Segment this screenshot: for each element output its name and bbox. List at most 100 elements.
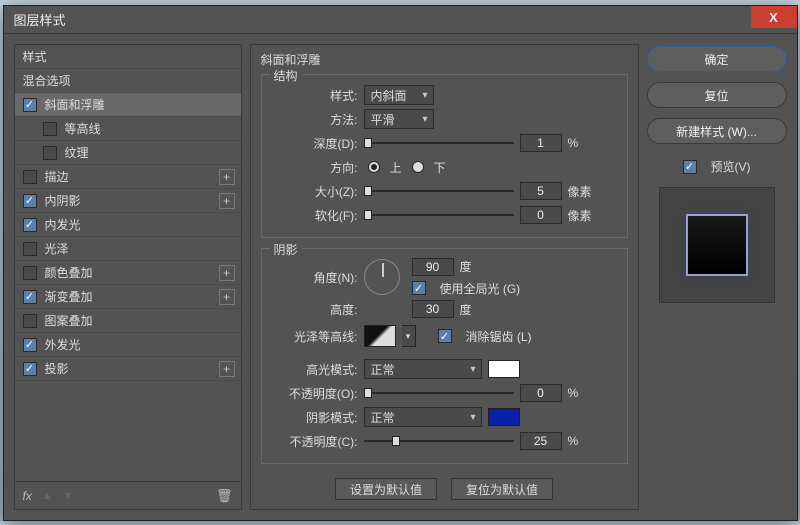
effect-item-6[interactable]: 光泽: [15, 237, 241, 261]
move-down-icon[interactable]: ▼: [63, 490, 74, 502]
direction-label: 方向:: [272, 159, 358, 176]
effect-label: 等高线: [65, 120, 101, 137]
preview-checkbox[interactable]: [683, 160, 697, 174]
panel-title: 斜面和浮雕: [261, 51, 628, 68]
effect-item-2[interactable]: 纹理: [15, 141, 241, 165]
shadow-opacity-slider[interactable]: [364, 437, 514, 445]
global-light-checkbox[interactable]: [412, 281, 426, 295]
shadow-color-swatch[interactable]: [488, 408, 520, 426]
effect-checkbox[interactable]: [23, 290, 37, 304]
contour-label: 光泽等高线:: [272, 328, 358, 345]
effect-item-4[interactable]: 内阴影+: [15, 189, 241, 213]
effect-checkbox[interactable]: [23, 266, 37, 280]
effect-checkbox[interactable]: [23, 314, 37, 328]
effect-label: 外发光: [45, 336, 81, 353]
antialias-checkbox[interactable]: [438, 329, 452, 343]
ok-button[interactable]: 确定: [647, 46, 787, 72]
new-style-button[interactable]: 新建样式 (W)...: [647, 118, 787, 144]
blend-options-header[interactable]: 混合选项: [15, 69, 241, 93]
move-up-icon[interactable]: ▲: [42, 490, 53, 502]
effect-label: 投影: [45, 360, 69, 377]
highlight-mode-label: 高光模式:: [272, 361, 358, 378]
effect-checkbox[interactable]: [43, 122, 57, 136]
shadow-mode-label: 阴影模式:: [272, 409, 358, 426]
altitude-input[interactable]: 30: [412, 300, 454, 318]
settings-panel: 斜面和浮雕 结构 样式: 内斜面 方法: 平滑 深度(D): 1 %: [250, 44, 639, 510]
effect-checkbox[interactable]: [23, 362, 37, 376]
highlight-mode-select[interactable]: 正常: [364, 359, 482, 379]
add-effect-icon[interactable]: +: [219, 169, 235, 185]
effect-item-3[interactable]: 描边 +: [15, 165, 241, 189]
reset-default-button[interactable]: 复位为默认值: [451, 478, 553, 500]
add-effect-icon[interactable]: +: [219, 265, 235, 281]
effects-footer: fx ▲ ▼ 🗑: [15, 481, 241, 509]
effect-item-0[interactable]: 斜面和浮雕: [15, 93, 241, 117]
trash-icon[interactable]: 🗑: [216, 488, 233, 504]
effect-item-5[interactable]: 内发光: [15, 213, 241, 237]
add-effect-icon[interactable]: +: [219, 193, 235, 209]
add-effect-icon[interactable]: +: [219, 289, 235, 305]
effect-checkbox[interactable]: [43, 146, 57, 160]
angle-wheel[interactable]: [364, 259, 400, 295]
highlight-opacity-label: 不透明度(O):: [272, 385, 358, 402]
direction-up-radio[interactable]: [368, 161, 380, 173]
effect-item-8[interactable]: 渐变叠加+: [15, 285, 241, 309]
effect-item-10[interactable]: 外发光: [15, 333, 241, 357]
preview-box: [659, 187, 775, 303]
highlight-opacity-slider[interactable]: [364, 389, 514, 397]
soften-slider[interactable]: [364, 211, 514, 219]
effect-label: 光泽: [45, 240, 69, 257]
shadow-mode-select[interactable]: 正常: [364, 407, 482, 427]
effect-item-9[interactable]: 图案叠加: [15, 309, 241, 333]
technique-label: 方法:: [272, 111, 358, 128]
effect-checkbox[interactable]: [23, 218, 37, 232]
depth-slider[interactable]: [364, 139, 514, 147]
shadow-opacity-label: 不透明度(C):: [272, 433, 358, 450]
structure-group: 结构 样式: 内斜面 方法: 平滑 深度(D): 1 % 方向: 上: [261, 74, 628, 238]
effect-item-1[interactable]: 等高线: [15, 117, 241, 141]
effect-checkbox[interactable]: [23, 242, 37, 256]
effect-label: 描边: [45, 168, 69, 185]
style-select[interactable]: 内斜面: [364, 85, 434, 105]
close-icon: X: [769, 10, 778, 25]
right-panel: 确定 复位 新建样式 (W)... 预览(V): [647, 44, 787, 510]
titlebar[interactable]: 图层样式 X: [4, 6, 797, 34]
direction-down-radio[interactable]: [412, 161, 424, 173]
angle-input[interactable]: 90: [412, 258, 454, 276]
size-input[interactable]: 5: [520, 182, 562, 200]
effect-checkbox[interactable]: [23, 170, 37, 184]
effects-list: 样式 混合选项 斜面和浮雕等高线纹理描边+内阴影+内发光光泽颜色叠加+渐变叠加+…: [14, 44, 242, 510]
effect-checkbox[interactable]: [23, 194, 37, 208]
technique-select[interactable]: 平滑: [364, 109, 434, 129]
highlight-color-swatch[interactable]: [488, 360, 520, 378]
effect-label: 纹理: [65, 144, 89, 161]
close-button[interactable]: X: [751, 6, 797, 28]
altitude-label: 高度:: [272, 301, 358, 318]
cancel-button[interactable]: 复位: [647, 82, 787, 108]
fx-icon[interactable]: fx: [23, 489, 32, 503]
layer-style-dialog: 图层样式 X 样式 混合选项 斜面和浮雕等高线纹理描边+内阴影+内发光光泽颜色叠…: [3, 5, 798, 521]
highlight-opacity-input[interactable]: 0: [520, 384, 562, 402]
effect-label: 内发光: [45, 216, 81, 233]
dialog-title: 图层样式: [14, 10, 66, 29]
gloss-contour-picker[interactable]: [364, 325, 396, 347]
add-effect-icon[interactable]: +: [219, 361, 235, 377]
effect-checkbox[interactable]: [23, 338, 37, 352]
contour-dropdown-icon[interactable]: ▾: [402, 325, 416, 347]
soften-input[interactable]: 0: [520, 206, 562, 224]
make-default-button[interactable]: 设置为默认值: [335, 478, 437, 500]
effect-checkbox[interactable]: [23, 98, 37, 112]
size-label: 大小(Z):: [272, 183, 358, 200]
shadow-opacity-input[interactable]: 25: [520, 432, 562, 450]
effect-item-11[interactable]: 投影 +: [15, 357, 241, 381]
style-label: 样式:: [272, 87, 358, 104]
effect-label: 颜色叠加: [45, 264, 93, 281]
depth-input[interactable]: 1: [520, 134, 562, 152]
angle-label: 角度(N):: [272, 269, 358, 286]
styles-header[interactable]: 样式: [15, 45, 241, 69]
effect-item-7[interactable]: 颜色叠加 +: [15, 261, 241, 285]
depth-label: 深度(D):: [272, 135, 358, 152]
shading-group: 阴影 角度(N): 90 度 使用全局光 (G): [261, 248, 628, 464]
size-slider[interactable]: [364, 187, 514, 195]
soften-label: 软化(F):: [272, 207, 358, 224]
